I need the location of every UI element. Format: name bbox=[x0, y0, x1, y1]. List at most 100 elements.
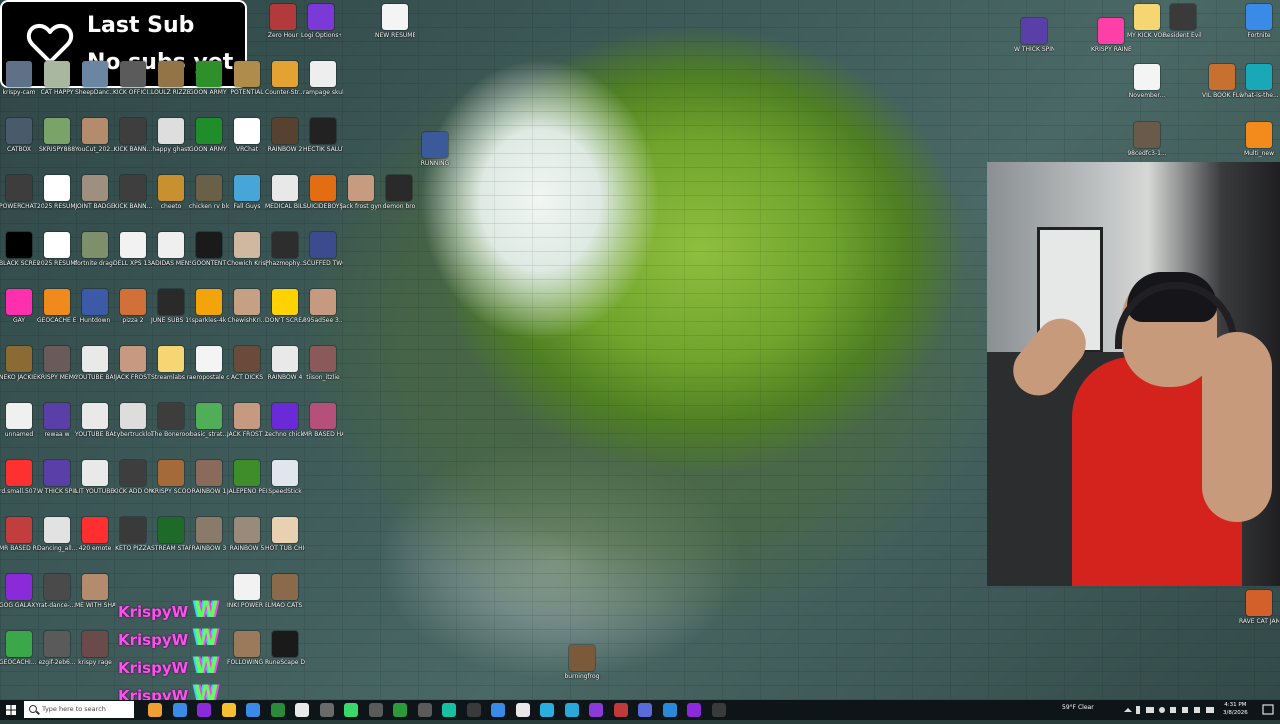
taskbar-app-icon[interactable] bbox=[368, 703, 383, 717]
desktop-icon[interactable]: NEW RESUME bbox=[375, 4, 415, 39]
desktop-icon[interactable]: SCUFFED TWOGS... bbox=[303, 232, 343, 267]
desktop-icon[interactable]: RAINBOW 3 bbox=[191, 517, 227, 552]
desktop-icon[interactable]: Streamlabs recordings bbox=[151, 346, 191, 381]
desktop-icon[interactable]: KRISPY MEMORIES bbox=[37, 346, 77, 381]
desktop-icon[interactable]: MR BASED HAT bbox=[303, 403, 343, 438]
desktop-icon[interactable]: LOULZ RIZZERMAN bbox=[151, 61, 191, 96]
desktop-icon[interactable]: MY KICK VODS bbox=[1127, 4, 1167, 39]
desktop-icon[interactable]: NEKO JACKIE ME bbox=[0, 346, 39, 381]
desktop-icon[interactable]: krispy rage bbox=[77, 631, 113, 666]
desktop-icon[interactable]: SUICIDEBOYS 1000 BLU... bbox=[303, 175, 343, 210]
desktop-icon[interactable]: aeropostale order jeans bbox=[189, 346, 229, 381]
desktop-icon[interactable]: W THICK SPIN FIN... bbox=[37, 460, 77, 495]
taskbar-app-icon[interactable] bbox=[148, 703, 162, 717]
desktop-icon[interactable]: CAT HAPPY bbox=[39, 61, 75, 96]
taskbar-app-icon[interactable] bbox=[197, 703, 211, 717]
desktop-icon[interactable]: Huntdown bbox=[77, 289, 113, 324]
desktop-icon[interactable]: LMAO CATS bbox=[267, 574, 303, 609]
desktop-icon[interactable]: RAINBOW 5 bbox=[229, 517, 265, 552]
desktop-icon[interactable]: 420 emote bbox=[77, 517, 113, 552]
desktop-icon[interactable]: basic_strat... bbox=[190, 403, 228, 438]
taskbar-app-icon[interactable] bbox=[319, 703, 334, 717]
desktop-icon[interactable]: demon bro bbox=[381, 175, 417, 210]
desktop-icon[interactable]: Logi Options+ bbox=[301, 4, 341, 39]
desktop-icon[interactable]: HECTIK SALUTE bbox=[303, 118, 343, 153]
desktop-icon[interactable]: MEDICAL BILL bbox=[265, 175, 305, 210]
start-button[interactable] bbox=[0, 700, 22, 720]
desktop-icon[interactable]: GOG GALAXY bbox=[0, 574, 39, 609]
desktop-icon[interactable]: burningfrog bbox=[564, 645, 600, 680]
taskbar-app-icon[interactable] bbox=[270, 703, 285, 717]
desktop-icon[interactable]: JACK FROST bbox=[115, 346, 151, 381]
desktop-icon[interactable]: STREAM STARTING bbox=[151, 517, 191, 552]
desktop-icon[interactable]: Multi_new bbox=[1241, 122, 1277, 157]
desktop-icon[interactable]: fortnite dragon porta bbox=[75, 232, 115, 267]
taskbar-app-icon[interactable] bbox=[540, 703, 554, 717]
desktop-icon[interactable]: ADIDAS MENS 3 LI... bbox=[151, 232, 191, 267]
desktop-icon[interactable]: KRISPY RAINBO... bbox=[1091, 18, 1131, 53]
clock[interactable]: 4:31 PM 3/8/2026 bbox=[1223, 701, 1248, 717]
desktop-icon[interactable]: Dancing_all... (1) bbox=[37, 517, 77, 552]
taskbar-app-icon[interactable] bbox=[491, 703, 505, 717]
taskbar-app-icon[interactable] bbox=[295, 703, 309, 717]
desktop-icon[interactable]: rd.small.507... bbox=[0, 460, 39, 495]
desktop-icon[interactable]: DELL XPS 13 INCH TOUC... bbox=[113, 232, 153, 267]
desktop-icon[interactable]: YOUTUBE BANNE... bbox=[75, 346, 115, 381]
desktop-icon[interactable]: JACK FROST 2 bbox=[227, 403, 267, 438]
desktop-icon[interactable]: cybertrucklol bbox=[113, 403, 153, 438]
desktop-icon[interactable]: 395ad5ee 3... bbox=[303, 289, 343, 324]
desktop-icon[interactable]: RAINBOW 1 bbox=[191, 460, 227, 495]
taskbar-app-icon[interactable] bbox=[466, 703, 481, 717]
desktop-icon[interactable]: GOONTENT bbox=[191, 232, 227, 267]
desktop-icon[interactable]: SKRISPY888 bbox=[39, 118, 75, 153]
desktop-icon[interactable]: KRISPY SCOOTER bbox=[151, 460, 191, 495]
desktop-icon[interactable]: GOON ARMY 2 bbox=[189, 61, 229, 96]
desktop-icon[interactable]: Zero Hour bbox=[265, 4, 301, 39]
taskbar-app-icon[interactable] bbox=[417, 703, 432, 717]
desktop-icon[interactable]: Phazmophy... bbox=[265, 232, 305, 267]
desktop-icon[interactable]: SpeedStick bbox=[267, 460, 303, 495]
desktop-icon[interactable]: JUNE SUBS 198 bbox=[151, 289, 191, 324]
desktop-icon[interactable]: 98cedfc3-1... bbox=[1127, 122, 1167, 157]
desktop-icon[interactable]: GAY bbox=[1, 289, 37, 324]
desktop-icon[interactable]: VIL BOOK FLOAT bbox=[1202, 64, 1242, 99]
desktop-icon[interactable]: what-is-the... bbox=[1239, 64, 1279, 99]
desktop-icon[interactable]: rampage skull bbox=[303, 61, 343, 96]
desktop-icon[interactable]: 2025 RESUME TEMPLATE bbox=[37, 232, 77, 267]
desktop-icon[interactable]: RAINBOW 4 bbox=[267, 346, 303, 381]
desktop-icon[interactable]: Fortnite bbox=[1241, 4, 1277, 39]
desktop-icon[interactable]: LIT YOUTUBE BANNER bbox=[75, 460, 115, 495]
taskbar-app-icon[interactable] bbox=[687, 703, 701, 717]
taskbar-app-icon[interactable] bbox=[393, 703, 407, 717]
desktop-icon[interactable]: RAINBOW 2 bbox=[267, 118, 303, 153]
taskbar-app-icon[interactable] bbox=[246, 703, 260, 717]
desktop-icon[interactable]: ME WITH SHADES ON bbox=[75, 574, 115, 609]
taskbar-app-icon[interactable] bbox=[172, 703, 187, 717]
taskbar-app-icon[interactable] bbox=[221, 703, 236, 717]
weather-widget[interactable]: 59°F Clear bbox=[1062, 704, 1094, 711]
desktop-icon[interactable]: INKI POWER BANK RET... bbox=[227, 574, 267, 609]
desktop-icon[interactable]: KICK BANN... bbox=[114, 175, 152, 210]
desktop-icon[interactable]: KICK BANN... bbox=[114, 118, 152, 153]
taskbar-app-icon[interactable] bbox=[442, 703, 456, 717]
desktop-icon[interactable]: Chowich Krispy bbox=[227, 232, 267, 267]
desktop-icon[interactable]: MR BASED RED SHORTS bbox=[0, 517, 39, 552]
desktop-icon[interactable]: 2025 RESUME bbox=[37, 175, 77, 210]
desktop-icon[interactable]: chicken rv blok bbox=[189, 175, 229, 210]
desktop-icon[interactable]: cheeto bbox=[153, 175, 189, 210]
desktop-icon[interactable]: Resident Evil 4 bbox=[1163, 4, 1203, 39]
desktop-icon[interactable]: GEOCACHE EMOTES bbox=[37, 289, 77, 324]
taskbar-app-icon[interactable] bbox=[589, 703, 603, 717]
desktop-icon[interactable]: happy ghast bbox=[152, 118, 190, 153]
desktop-icon[interactable]: November... bbox=[1129, 64, 1165, 99]
desktop-icon[interactable]: POWERCHAT TTS SETTINGS bbox=[0, 175, 39, 210]
desktop-icon[interactable]: GOON ARMY 3 bbox=[189, 118, 229, 153]
desktop-icon[interactable]: KICK OFFICI... bbox=[113, 61, 153, 96]
desktop-icon[interactable]: The Bonerooms bbox=[151, 403, 191, 438]
desktop-icon[interactable]: VRChat bbox=[229, 118, 265, 153]
desktop-icon[interactable]: KICK ADD ON bbox=[113, 460, 153, 495]
desktop-icon[interactable]: techno chick bbox=[266, 403, 304, 438]
taskbar-app-icon[interactable] bbox=[515, 703, 530, 717]
desktop-icon[interactable]: POTENTIAL bbox=[229, 61, 265, 96]
desktop-icon[interactable]: YOUTUBE BANNE... bbox=[75, 403, 115, 438]
